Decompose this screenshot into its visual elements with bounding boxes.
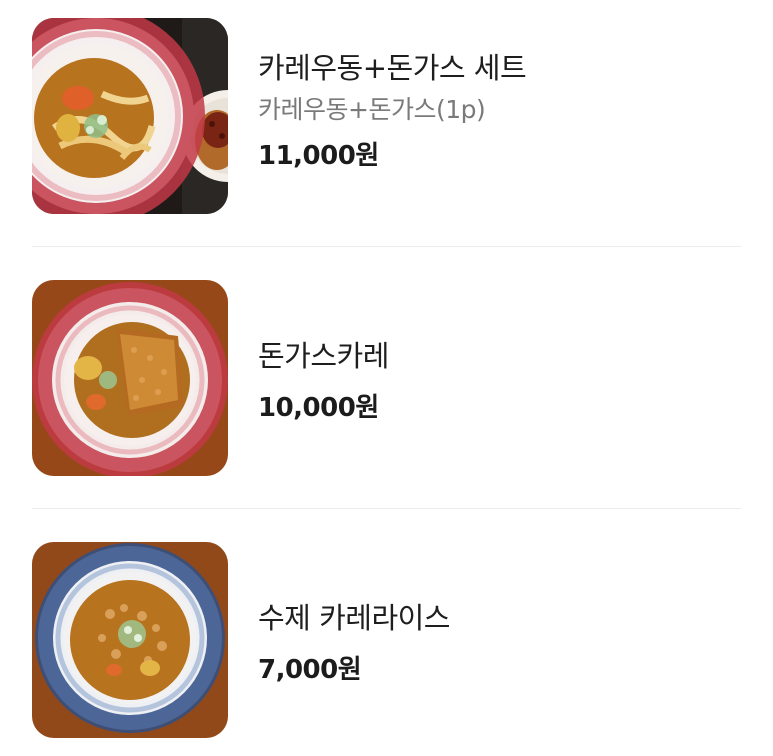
menu-item-info: 수제 카레라이스 7,000원 — [258, 598, 748, 688]
menu-item-description: 카레우동+돈가스(1p) — [258, 95, 486, 124]
menu-item-price: 11,000원 — [258, 141, 379, 171]
curry-udon-tonkatsu-set-photo[interactable] — [32, 18, 228, 214]
menu-item-price: 10,000원 — [258, 393, 379, 423]
menu-list: 카레우동+돈가스 세트 카레우동+돈가스(1p) 11,000원 돈가스카레 1… — [0, 0, 773, 756]
menu-item-info: 돈가스카레 10,000원 — [258, 336, 748, 426]
homemade-curry-rice-photo[interactable] — [32, 542, 228, 738]
menu-item-curry-udon-tonkatsu-set[interactable]: 카레우동+돈가스 세트 카레우동+돈가스(1p) 11,000원 — [0, 18, 773, 218]
menu-item-price: 7,000원 — [258, 655, 362, 685]
divider — [32, 246, 741, 247]
menu-item-name: 카레우동+돈가스 세트 — [258, 51, 527, 85]
menu-item-homemade-curry-rice[interactable]: 수제 카레라이스 7,000원 — [0, 542, 773, 742]
menu-item-name: 수제 카레라이스 — [258, 601, 450, 635]
menu-item-name: 돈가스카레 — [258, 339, 389, 373]
menu-item-tonkatsu-curry[interactable]: 돈가스카레 10,000원 — [0, 280, 773, 480]
menu-item-info: 카레우동+돈가스 세트 카레우동+돈가스(1p) 11,000원 — [258, 48, 748, 174]
tonkatsu-curry-photo[interactable] — [32, 280, 228, 476]
divider — [32, 508, 741, 509]
